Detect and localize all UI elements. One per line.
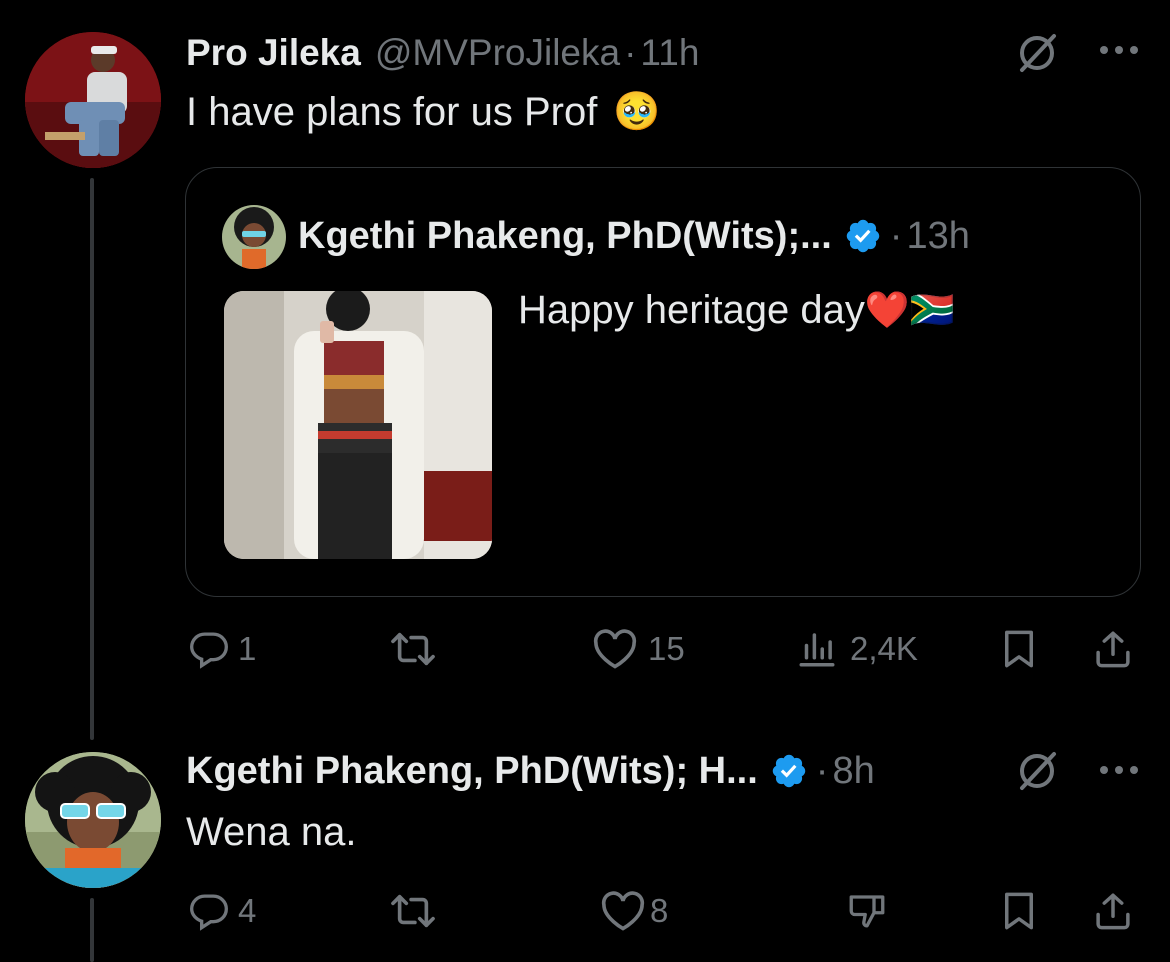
downvote-button[interactable] [846,890,888,932]
thread-connector-line [90,178,94,740]
reply-count: 4 [238,892,257,929]
downvote-icon [849,895,885,928]
repost-button[interactable] [390,628,444,670]
reply-button[interactable]: 4 [188,890,256,932]
quote-text-content: Happy heritage day [518,287,865,332]
tweet1-header: Pro Jileka @MVProJileka · 11h [186,30,699,76]
repost-button[interactable] [390,890,444,932]
tweet1-text-content: I have plans for us Prof [186,89,598,134]
share-icon [1096,893,1130,930]
avatar-kgethi-small[interactable] [222,205,286,269]
repost-icon [391,894,435,928]
like-count: 15 [648,630,685,667]
avatar-kgethi[interactable] [25,752,161,888]
views-icon [799,633,835,667]
like-count: 8 [650,892,669,929]
grok-slash-icon[interactable] [1014,748,1060,794]
bookmark-button[interactable] [998,628,1040,670]
quote-text: Happy heritage day ❤️🇿🇦 [518,284,955,336]
tweet2-text: Wena na. [186,806,357,858]
reply-icon [190,894,228,931]
tweet1-separator: · [624,32,637,73]
bookmark-button[interactable] [998,890,1040,932]
tweet2-text-content: Wena na. [186,809,357,854]
more-icon[interactable] [1096,40,1142,60]
pleading-face-emoji: 🥹 [613,91,661,133]
like-button[interactable]: 15 [592,628,685,670]
bookmark-icon [1005,892,1033,930]
quote-display-name[interactable]: Kgethi Phakeng, PhD(Wits);... [298,215,832,258]
reply-button[interactable]: 1 [188,628,256,670]
views-count: 2,4K [850,630,918,667]
reply-icon [190,632,228,669]
quote-header: Kgethi Phakeng, PhD(Wits);... · 13h [298,212,970,260]
views-button[interactable]: 2,4K [796,628,918,670]
reply-count: 1 [238,630,257,667]
share-button[interactable] [1092,890,1134,932]
share-button[interactable] [1092,628,1134,670]
tweet2-header: Kgethi Phakeng, PhD(Wits); H... · 8h [186,746,875,796]
bookmark-icon [1005,630,1033,668]
quote-time[interactable]: 13h [906,215,969,258]
like-icon [601,891,645,931]
tweet1-handle[interactable]: @MVProJileka [375,32,620,74]
quote-media-image[interactable] [224,291,492,559]
tweet1-display-name[interactable]: Pro Jileka [186,32,361,74]
heart-flag-emoji: ❤️🇿🇦 [864,289,955,330]
quote-separator: · [889,214,903,257]
tweet1-time[interactable]: 11h [640,32,699,74]
tweet2-display-name[interactable]: Kgethi Phakeng, PhD(Wits); H... [186,750,758,793]
repost-icon [391,632,435,666]
avatar-pro-jileka[interactable] [25,32,161,168]
grok-slash-icon[interactable] [1014,30,1060,76]
like-button[interactable]: 8 [600,890,668,932]
verified-badge-icon [772,754,806,788]
share-icon [1096,631,1130,668]
like-icon [593,629,637,669]
tweet2-separator: · [815,749,829,792]
tweet2-time[interactable]: 8h [832,750,874,793]
more-icon[interactable] [1096,760,1142,780]
thread-connector-line-bottom [90,898,94,962]
tweet1-text: I have plans for us Prof 🥹 [186,86,661,138]
verified-badge-icon [846,219,880,253]
